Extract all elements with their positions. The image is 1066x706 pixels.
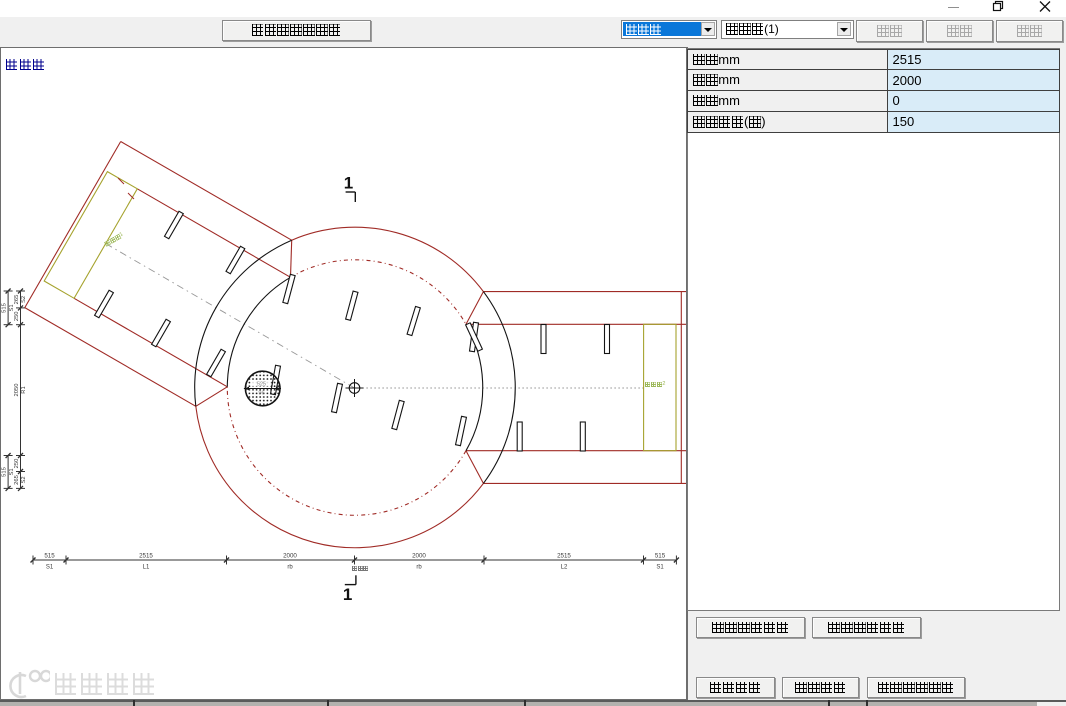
svg-text:2515: 2515 [139, 552, 153, 559]
svg-text:L1: L1 [143, 565, 150, 571]
svg-text:S1: S1 [9, 468, 15, 475]
svg-text:2050: 2050 [14, 384, 20, 397]
svg-text:525: 525 [257, 382, 266, 388]
svg-text:2515: 2515 [557, 552, 571, 559]
svg-text:2000: 2000 [283, 552, 297, 559]
svg-text:2000: 2000 [412, 552, 426, 559]
svg-text:S1: S1 [656, 565, 664, 571]
svg-text:rb: rb [416, 565, 422, 571]
svg-text:265: 265 [14, 295, 20, 305]
svg-text:265: 265 [14, 475, 20, 485]
svg-text:L2: L2 [561, 565, 568, 571]
svg-text:250: 250 [14, 459, 20, 469]
svg-text:250: 250 [14, 311, 20, 321]
svg-text:1: 1 [343, 585, 352, 604]
svg-text:R1: R1 [21, 386, 27, 393]
svg-text:S2: S2 [21, 296, 27, 303]
svg-text:S2: S2 [21, 476, 27, 483]
svg-text:515: 515 [2, 303, 8, 313]
svg-text:515: 515 [655, 552, 666, 559]
svg-text:96: 96 [258, 391, 264, 397]
svg-text:515: 515 [44, 552, 55, 559]
svg-text:1: 1 [344, 174, 353, 193]
svg-text:S1: S1 [9, 304, 15, 311]
svg-text:515: 515 [2, 467, 8, 477]
svg-text:rb: rb [287, 565, 293, 571]
svg-text:S1: S1 [46, 565, 54, 571]
